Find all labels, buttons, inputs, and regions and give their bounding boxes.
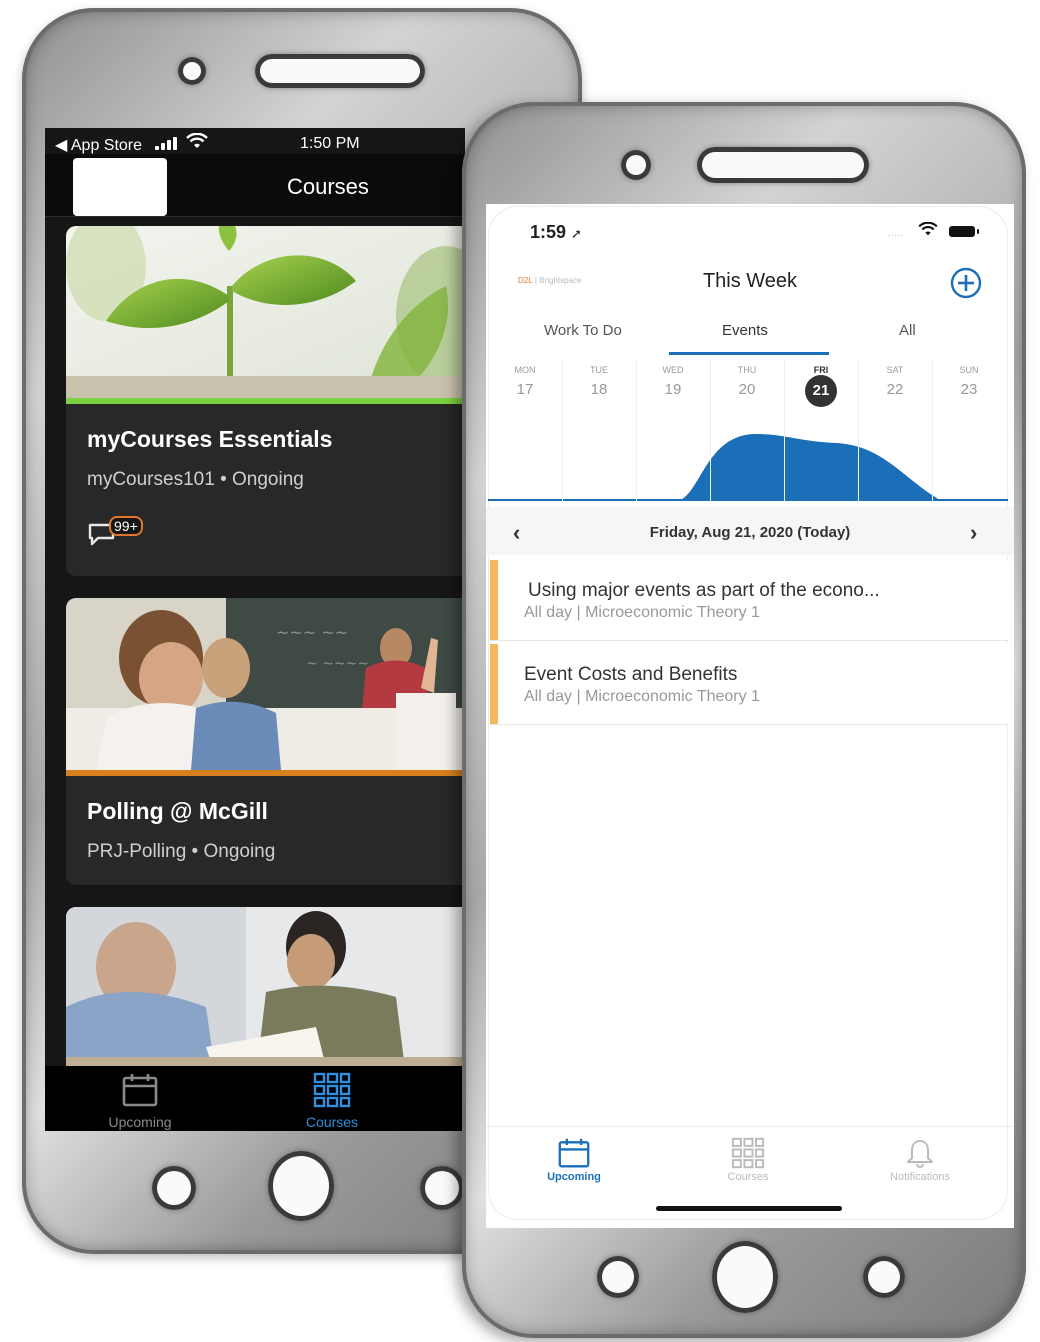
institution-logo[interactable] [73, 158, 167, 216]
calendar-icon [122, 1074, 158, 1107]
page-title: This Week [702, 270, 798, 292]
signal-icon [155, 136, 181, 150]
event-title: Event Costs and Benefits [524, 664, 738, 685]
left-button-1 [152, 1166, 196, 1210]
tab-upcoming[interactable]: Upcoming [514, 1137, 634, 1183]
day-tue[interactable]: TUE 18 [562, 359, 637, 501]
status-time: 1:59 ➚ [530, 222, 582, 242]
calendar-icon [558, 1138, 590, 1168]
course-card[interactable] [66, 907, 465, 1077]
signal-dots: ..... [888, 229, 905, 238]
battery-icon [949, 226, 979, 237]
status-time: 1:50 PM [300, 135, 360, 152]
home-indicator [656, 1206, 842, 1211]
tab-work-to-do[interactable]: Work To Do [544, 322, 622, 339]
grid-icon [731, 1137, 765, 1169]
this-week-screen: 1:59 ➚ ..... D2L | Brightspace This Week… [486, 204, 1014, 1228]
day-mon[interactable]: MON 17 [488, 359, 563, 501]
active-tab-indicator [669, 352, 829, 355]
grid-icon [313, 1072, 351, 1108]
tab-courses[interactable]: Courses [688, 1137, 808, 1183]
tab-label: Notifications [890, 1171, 950, 1183]
day-sat[interactable]: SAT 22 [858, 359, 933, 501]
course-code: myCourses101 [87, 469, 215, 490]
bell-icon [907, 1140, 933, 1168]
course-card[interactable]: myCourses Essentials myCourses101 • Ongo… [66, 226, 465, 576]
tab-notifications[interactable]: Notifications [860, 1137, 980, 1183]
home-button-left[interactable] [268, 1151, 334, 1221]
course-title[interactable]: Polling @ McGill [87, 798, 268, 825]
event-title: Using major events as part of the econo.… [528, 580, 880, 601]
courses-screen: ◀ App Store 1:50 PM Courses myCourses Es… [45, 128, 465, 1131]
tab-label: Courses [727, 1171, 769, 1183]
separator: • [220, 469, 227, 490]
course-status: Ongoing [203, 841, 276, 862]
day-wed[interactable]: WED 19 [636, 359, 711, 501]
svg-text:~~~ ~~: ~~~ ~~ [276, 623, 348, 642]
event-item[interactable]: Event Costs and Benefits All day | Micro… [490, 644, 1008, 725]
day-thu[interactable]: THU 20 [710, 359, 785, 501]
event-meta: All day | Microeconomic Theory 1 [524, 604, 760, 621]
home-button-right[interactable] [712, 1241, 778, 1313]
date-navigator: ‹ Friday, Aug 21, 2020 (Today) › [486, 507, 1014, 555]
course-title[interactable]: myCourses Essentials [87, 426, 332, 453]
course-subtitle: PRJ-Polling • Ongoing [87, 841, 275, 863]
course-image-classroom: ~~~ ~~ ~ ~~~~ [66, 598, 465, 770]
course-image-seedling [66, 226, 465, 398]
left-button-2 [420, 1166, 464, 1210]
front-camera-left [178, 57, 206, 85]
tab-courses[interactable]: Courses [272, 1072, 392, 1130]
course-status: Ongoing [232, 469, 304, 490]
separator: • [191, 841, 199, 862]
next-day-button[interactable]: › [970, 520, 977, 546]
unread-badge: 99+ [109, 516, 143, 536]
event-meta: All day | Microeconomic Theory 1 [524, 688, 760, 705]
front-camera-right [621, 150, 651, 180]
courses-header: Courses [45, 154, 465, 217]
speaker-left [255, 54, 425, 88]
event-accent [490, 560, 498, 640]
bottom-tab-bar: Upcoming Courses [45, 1066, 465, 1131]
wifi-icon [918, 222, 938, 236]
course-code: PRJ-Polling [87, 841, 187, 862]
course-color-bar [66, 398, 465, 404]
add-icon[interactable] [949, 266, 983, 300]
right-button-1 [597, 1256, 639, 1298]
course-card[interactable]: ~~~ ~~ ~ ~~~~ Polling @ McGill PRJ-Polli… [66, 598, 465, 885]
speaker-right [697, 147, 869, 183]
course-color-bar [66, 770, 465, 776]
course-subtitle: myCourses101 • Ongoing [87, 469, 304, 491]
event-item[interactable]: Using major events as part of the econo.… [490, 560, 1008, 641]
selected-day: 21 [805, 375, 837, 407]
wifi-icon [186, 133, 208, 148]
day-sun[interactable]: SUN 23 [932, 359, 1006, 501]
status-bar: 1:59 ➚ ..... [486, 204, 1014, 254]
selected-date: Friday, Aug 21, 2020 (Today) [649, 524, 851, 541]
tab-events[interactable]: Events [722, 322, 768, 339]
event-accent [490, 644, 498, 724]
tab-all[interactable]: All [899, 322, 916, 339]
svg-text:~ ~~~~: ~ ~~~~ [306, 656, 369, 672]
tab-upcoming[interactable]: Upcoming [80, 1072, 200, 1130]
right-button-2 [863, 1256, 905, 1298]
tab-label: Upcoming [547, 1171, 601, 1183]
tab-label: Courses [305, 1114, 359, 1130]
week-strip: MON 17 TUE 18 WED 19 THU 20 FRI 21 SAT 22 SUN 2… [486, 359, 1014, 501]
course-image-study-group [66, 907, 465, 1077]
day-fri[interactable]: FRI 21 [784, 359, 859, 501]
back-to-app-store[interactable]: ◀ App Store [55, 135, 142, 155]
page-title: Courses [287, 174, 369, 199]
filter-tabs: Work To Do Events All [486, 322, 1014, 356]
location-arrow-icon: ➚ [571, 226, 582, 241]
tab-label: Upcoming [108, 1114, 172, 1130]
